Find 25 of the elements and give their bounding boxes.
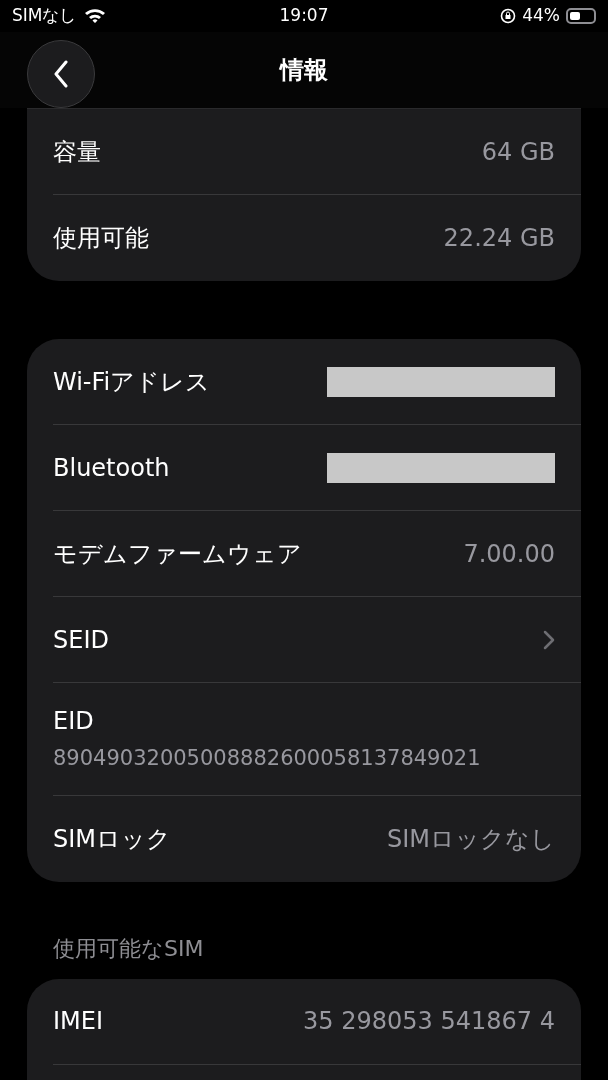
row-label: モデムファームウェア	[53, 538, 302, 570]
carrier-label: SIMなし	[12, 4, 77, 28]
rotation-lock-icon	[500, 8, 517, 24]
row-label: EID	[53, 706, 95, 737]
nav-title: 情報	[280, 55, 328, 86]
row-value: SIMロックなし	[386, 823, 555, 855]
wifi-icon	[84, 8, 107, 24]
row-label: IMEI	[53, 1006, 104, 1037]
row-value: 7.00.00	[463, 538, 555, 570]
row-value: 64 GB	[481, 136, 555, 168]
clock: 19:07	[279, 4, 329, 28]
section-header: 使用可能なSIM	[53, 935, 204, 961]
row-label: 容量	[53, 136, 101, 168]
row-label: Wi-Fiアドレス	[53, 366, 211, 398]
back-icon	[53, 60, 69, 88]
row-label: 使用可能	[53, 223, 149, 254]
row-label: SIMロック	[53, 823, 172, 855]
battery-percent: 44%	[522, 4, 560, 28]
row-value: 35 298053 541867 4	[303, 1006, 555, 1037]
row-value: 89049032005008882600058137849021	[53, 745, 482, 772]
battery-icon	[566, 8, 596, 24]
row-label: SEID	[53, 624, 109, 656]
row-value: 22.24 GB	[443, 223, 555, 254]
row-label: Bluetooth	[53, 452, 170, 484]
chevron-icon	[543, 629, 555, 650]
